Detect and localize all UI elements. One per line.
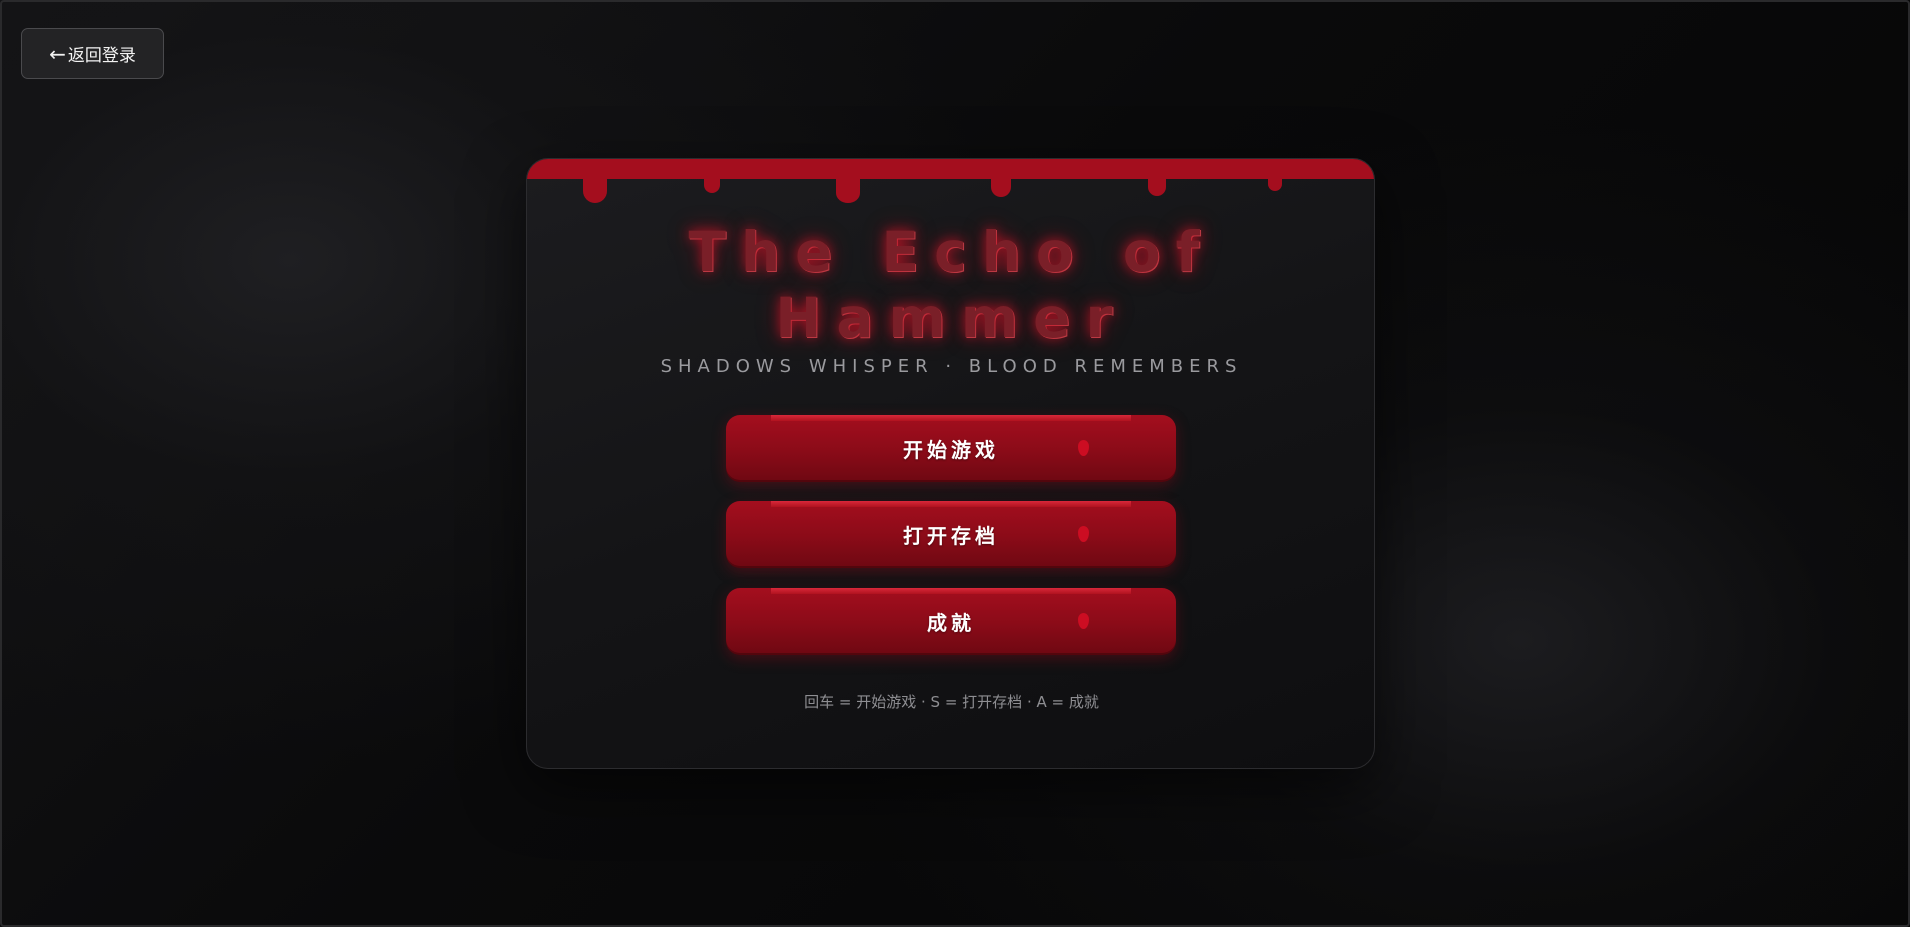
- keyboard-shortcut-hint: 回车 = 开始游戏 · S = 打开存档 · A = 成就: [804, 693, 1099, 711]
- blood-drop-icon: [1078, 440, 1089, 456]
- blood-drop-icon: [1078, 613, 1089, 629]
- start-game-label: 开始游戏: [903, 438, 999, 462]
- game-title: The Echo of Hammer: [688, 220, 1215, 350]
- back-to-login-button[interactable]: ← 返回登录: [21, 28, 164, 79]
- start-game-button[interactable]: 开始游戏: [726, 415, 1176, 482]
- main-menu-panel: The Echo of Hammer SHADOWS WHISPER · BLO…: [526, 158, 1375, 769]
- game-subtitle: SHADOWS WHISPER · BLOOD REMEMBERS: [660, 356, 1243, 377]
- blood-drip-decoration: [527, 159, 1374, 203]
- blood-drop-icon: [1078, 526, 1089, 542]
- open-save-button[interactable]: 打开存档: [726, 501, 1176, 568]
- button-shine: [771, 501, 1131, 507]
- achievements-label: 成就: [927, 611, 975, 635]
- back-button-label: 返回登录: [67, 46, 136, 66]
- achievements-button[interactable]: 成就: [726, 588, 1176, 655]
- open-save-label: 打开存档: [903, 524, 999, 548]
- back-arrow-icon: ←: [49, 41, 66, 66]
- button-shine: [771, 415, 1131, 421]
- button-shine: [771, 588, 1131, 594]
